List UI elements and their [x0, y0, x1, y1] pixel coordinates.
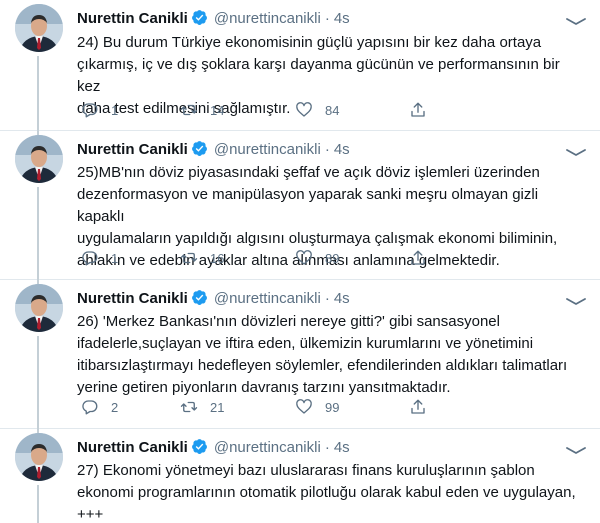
separator-dot: · [324, 10, 330, 27]
avatar[interactable] [15, 284, 63, 332]
retweet-icon [180, 252, 198, 264]
more-icon[interactable] [565, 12, 587, 26]
reply-icon [82, 251, 98, 266]
verified-badge-icon [191, 141, 207, 156]
retweet-count: 21 [210, 399, 225, 415]
verified-badge-icon [191, 10, 207, 25]
tweet-24[interactable]: Nurettin Canikli @nurettincanikli · 4s 24) … [0, 0, 600, 134]
tweet-text: 27) Ekonomi yönetmeyi bazı uluslararası … [77, 462, 576, 523]
timestamp[interactable]: 4s [334, 439, 350, 456]
reply-count: 2 [111, 399, 119, 415]
retweet-button[interactable]: 14 [180, 100, 224, 120]
tweet-actions: 1 14 84 [77, 100, 577, 120]
retweet-count: 14 [210, 102, 225, 118]
thread-line [37, 336, 39, 432]
share-icon [411, 399, 425, 414]
tweet-27[interactable]: Nurettin Canikli @nurettincanikli · 4s 27) … [0, 428, 600, 523]
tweet-26[interactable]: Nurettin Canikli @nurettincanikli · 4s 26) … [0, 279, 600, 432]
retweet-button[interactable]: 21 [180, 397, 224, 417]
like-count: 89 [325, 250, 340, 266]
thread-line [37, 187, 39, 283]
tweet-25[interactable]: Nurettin Canikli @nurettincanikli · 4s 25)M… [0, 130, 600, 283]
author-name[interactable]: Nurettin Canikli [77, 439, 188, 456]
thread-line [37, 428, 39, 433]
author-handle[interactable]: @nurettincanikli [214, 141, 321, 158]
share-icon [411, 102, 425, 117]
thread-line [37, 485, 39, 523]
timestamp[interactable]: 4s [334, 141, 350, 158]
tweet-header: Nurettin Canikli @nurettincanikli · 4s [77, 289, 350, 309]
like-icon [296, 102, 312, 117]
tweet-actions: 2 21 99 [77, 397, 577, 417]
share-button[interactable] [409, 248, 427, 268]
share-icon [411, 250, 425, 265]
avatar-photo-icon [15, 135, 63, 183]
timestamp[interactable]: 4s [334, 290, 350, 307]
separator-dot: · [324, 290, 330, 307]
author-name[interactable]: Nurettin Canikli [77, 10, 188, 27]
avatar[interactable] [15, 135, 63, 183]
like-count: 84 [325, 102, 340, 118]
tweet-header: Nurettin Canikli @nurettincanikli · 4s [77, 438, 350, 458]
verified-badge-icon [191, 439, 207, 454]
reply-icon [82, 103, 98, 118]
reply-button[interactable]: 1 [81, 248, 118, 268]
avatar[interactable] [15, 4, 63, 52]
thread-line [37, 56, 39, 134]
tweet-actions: 1 16 89 [77, 248, 577, 268]
timestamp[interactable]: 4s [334, 10, 350, 27]
separator-dot: · [324, 141, 330, 158]
avatar-photo-icon [15, 284, 63, 332]
tweet-header: Nurettin Canikli @nurettincanikli · 4s [77, 140, 350, 160]
reply-icon [82, 400, 98, 415]
like-icon [296, 250, 312, 265]
avatar[interactable] [15, 433, 63, 481]
author-handle[interactable]: @nurettincanikli [214, 439, 321, 456]
reply-count: 1 [111, 250, 119, 266]
tweet-header: Nurettin Canikli @nurettincanikli · 4s [77, 9, 350, 29]
tweet-text: 26) 'Merkez Bankası'nın dövizleri nereye… [77, 313, 568, 396]
author-handle[interactable]: @nurettincanikli [214, 290, 321, 307]
reply-button[interactable]: 2 [81, 397, 118, 417]
like-button[interactable]: 89 [295, 248, 339, 268]
thread-line [37, 279, 39, 284]
separator-dot: · [324, 439, 330, 456]
like-button[interactable]: 84 [295, 100, 339, 120]
retweet-icon [180, 104, 198, 116]
more-icon[interactable] [565, 143, 587, 157]
reply-button[interactable]: 1 [81, 100, 118, 120]
author-name[interactable]: Nurettin Canikli [77, 141, 188, 158]
reply-count: 1 [111, 102, 119, 118]
like-icon [296, 399, 312, 414]
share-button[interactable] [409, 100, 427, 120]
more-icon[interactable] [565, 441, 587, 455]
avatar-photo-icon [15, 4, 63, 52]
author-handle[interactable]: @nurettincanikli [214, 10, 321, 27]
like-button[interactable]: 99 [295, 397, 339, 417]
retweet-button[interactable]: 16 [180, 248, 224, 268]
like-count: 99 [325, 399, 340, 415]
author-name[interactable]: Nurettin Canikli [77, 290, 188, 307]
share-button[interactable] [409, 397, 427, 417]
avatar-photo-icon [15, 433, 63, 481]
retweet-count: 16 [210, 250, 225, 266]
retweet-icon [180, 401, 198, 413]
more-icon[interactable] [565, 292, 587, 306]
thread-line [37, 130, 39, 135]
verified-badge-icon [191, 290, 207, 305]
